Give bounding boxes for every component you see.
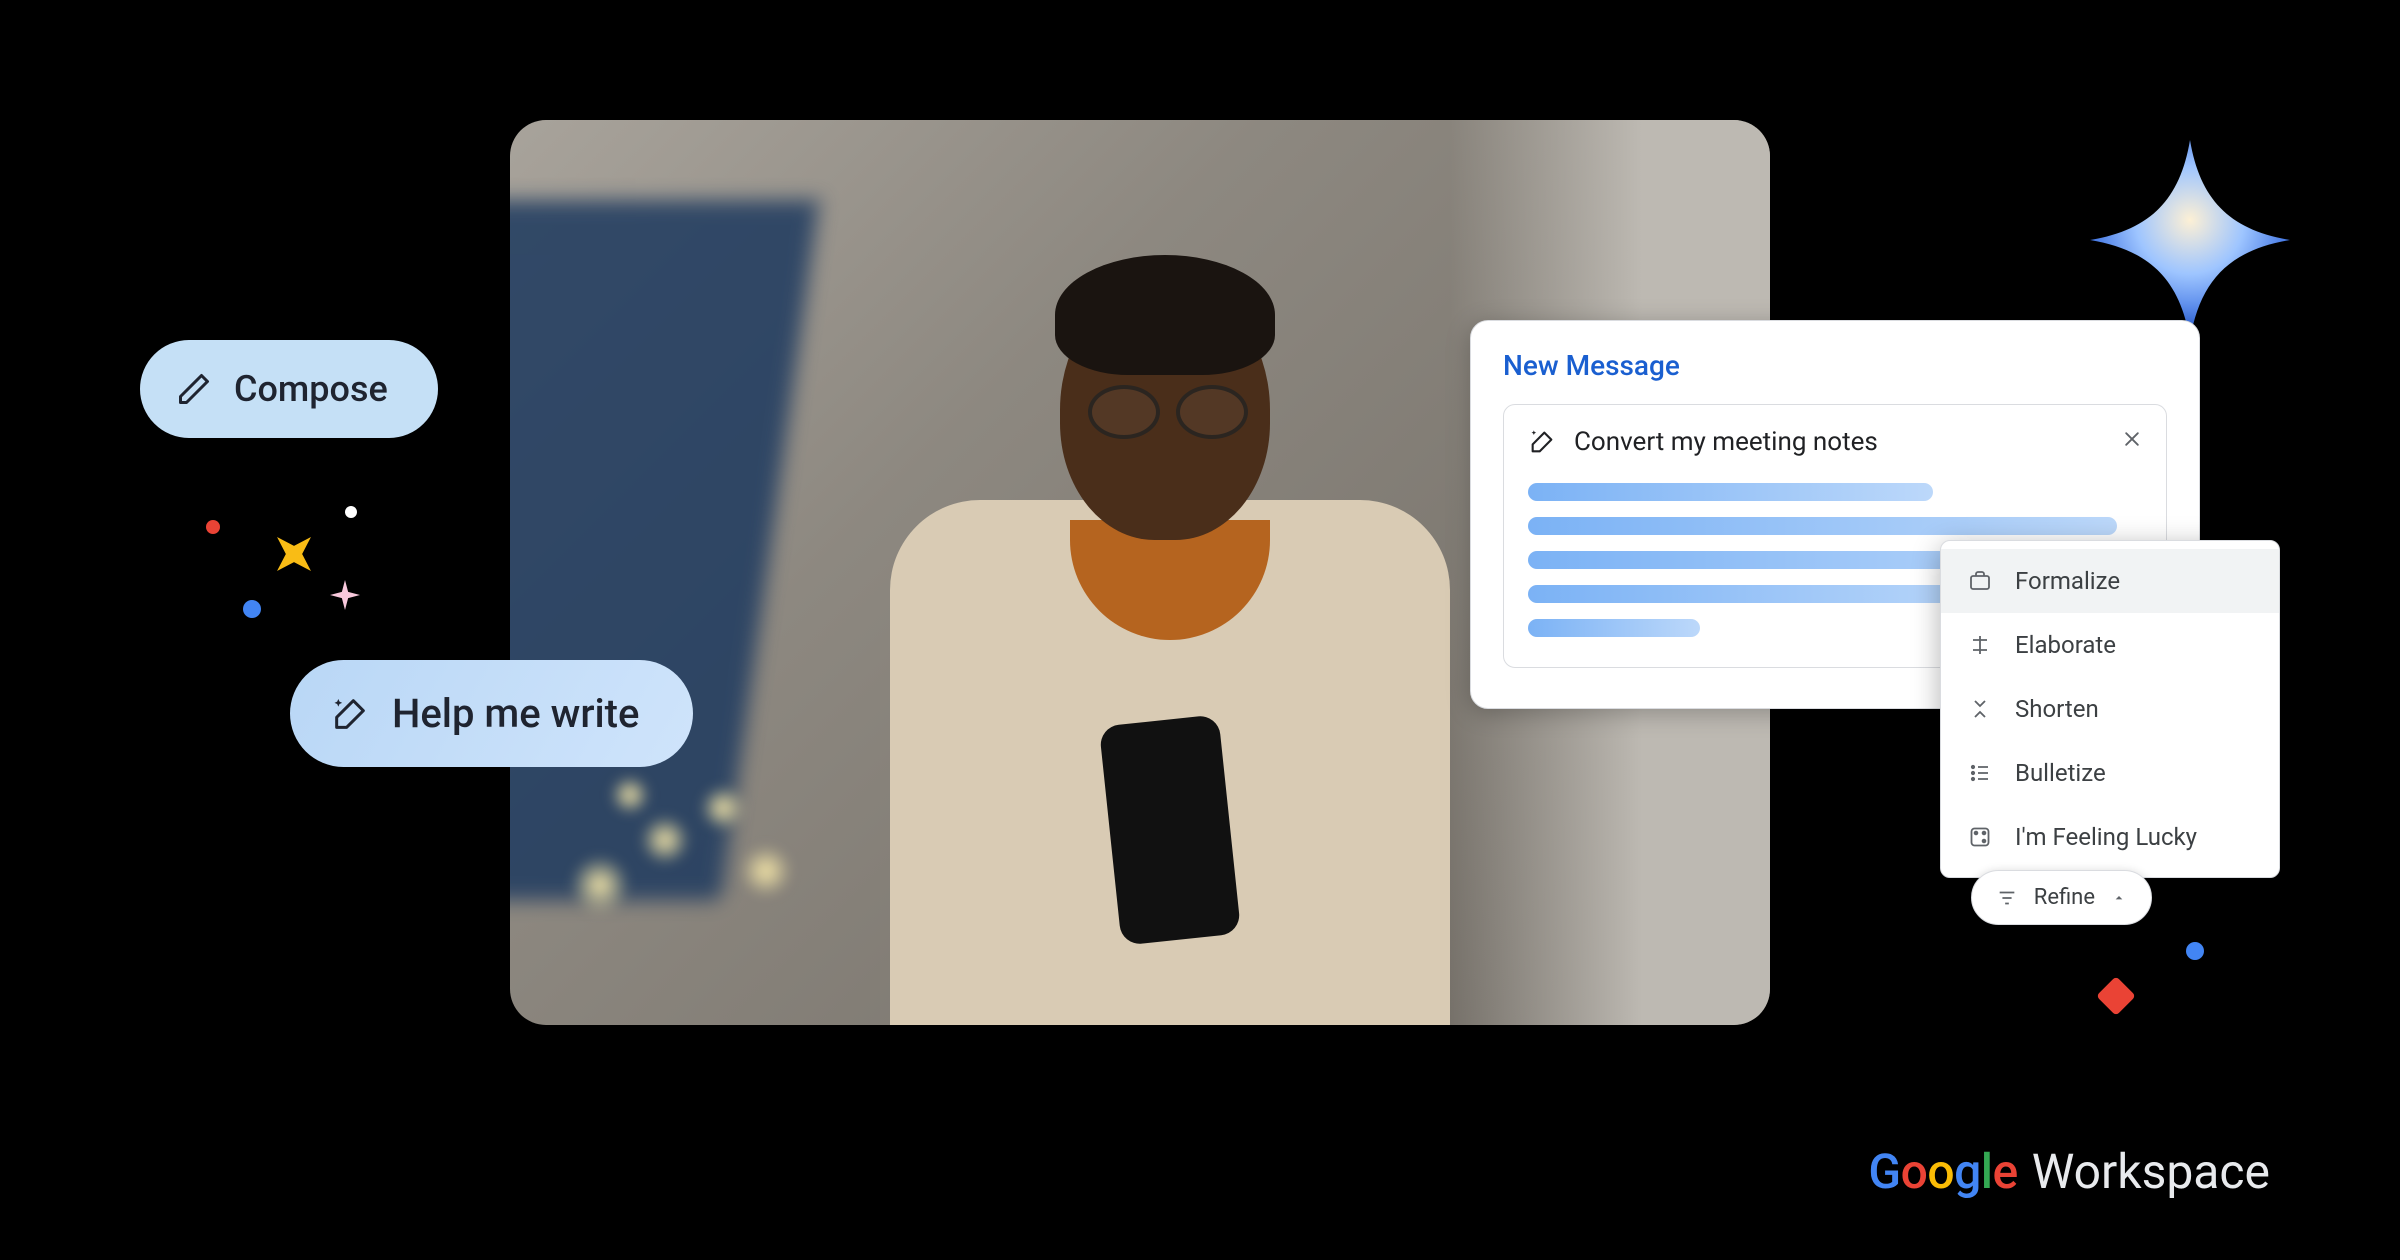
menu-item-label: I'm Feeling Lucky	[2015, 823, 2197, 851]
prompt-input[interactable]: Convert my meeting notes	[1574, 427, 1878, 457]
menu-item-label: Formalize	[2015, 567, 2120, 595]
dot-red-icon	[206, 520, 220, 534]
briefcase-icon	[1967, 568, 1993, 594]
menu-item-bulletize[interactable]: Bulletize	[1941, 741, 2279, 805]
person-illustration	[810, 160, 1510, 1025]
menu-item-label: Shorten	[2015, 695, 2099, 723]
help-me-write-label: Help me write	[392, 690, 639, 737]
close-icon[interactable]	[2122, 429, 2142, 455]
menu-item-elaborate[interactable]: Elaborate	[1941, 613, 2279, 677]
dice-icon	[1967, 824, 1993, 850]
pencil-icon	[176, 371, 212, 407]
help-me-write-button[interactable]: Help me write	[290, 660, 693, 767]
compose-label: Compose	[234, 368, 388, 410]
dot-blue-icon	[243, 600, 261, 618]
expand-icon	[1967, 632, 1993, 658]
refine-label: Refine	[2034, 885, 2095, 910]
menu-item-label: Elaborate	[2015, 631, 2116, 659]
compress-icon	[1967, 696, 1993, 722]
compose-button[interactable]: Compose	[140, 340, 438, 438]
chevron-up-icon	[2111, 890, 2127, 906]
tune-icon	[1996, 887, 2018, 909]
sparkle-pencil-icon	[1528, 428, 1556, 456]
list-icon	[1967, 760, 1993, 786]
sparkle-pink-icon	[330, 580, 360, 610]
diamond-red-icon	[2096, 976, 2136, 1016]
google-wordmark: Google	[1868, 1143, 2017, 1200]
workspace-wordmark: Workspace	[2032, 1143, 2270, 1200]
menu-item-label: Bulletize	[2015, 759, 2106, 787]
sparkle-pencil-icon	[330, 694, 370, 734]
menu-item-formalize[interactable]: Formalize	[1941, 549, 2279, 613]
gemini-spark-icon	[2090, 140, 2290, 340]
menu-item-shorten[interactable]: Shorten	[1941, 677, 2279, 741]
panel-title: New Message	[1503, 349, 2167, 382]
sparkle-yellow-icon	[260, 520, 328, 588]
refine-button[interactable]: Refine	[1971, 870, 2152, 925]
dot-white-icon	[345, 506, 357, 518]
google-workspace-logo: Google Workspace	[1868, 1143, 2270, 1200]
dot-blue-icon-2	[2186, 942, 2204, 960]
menu-item-lucky[interactable]: I'm Feeling Lucky	[1941, 805, 2279, 869]
refine-menu: Formalize Elaborate Shorten Bulletize I'…	[1940, 540, 2280, 878]
